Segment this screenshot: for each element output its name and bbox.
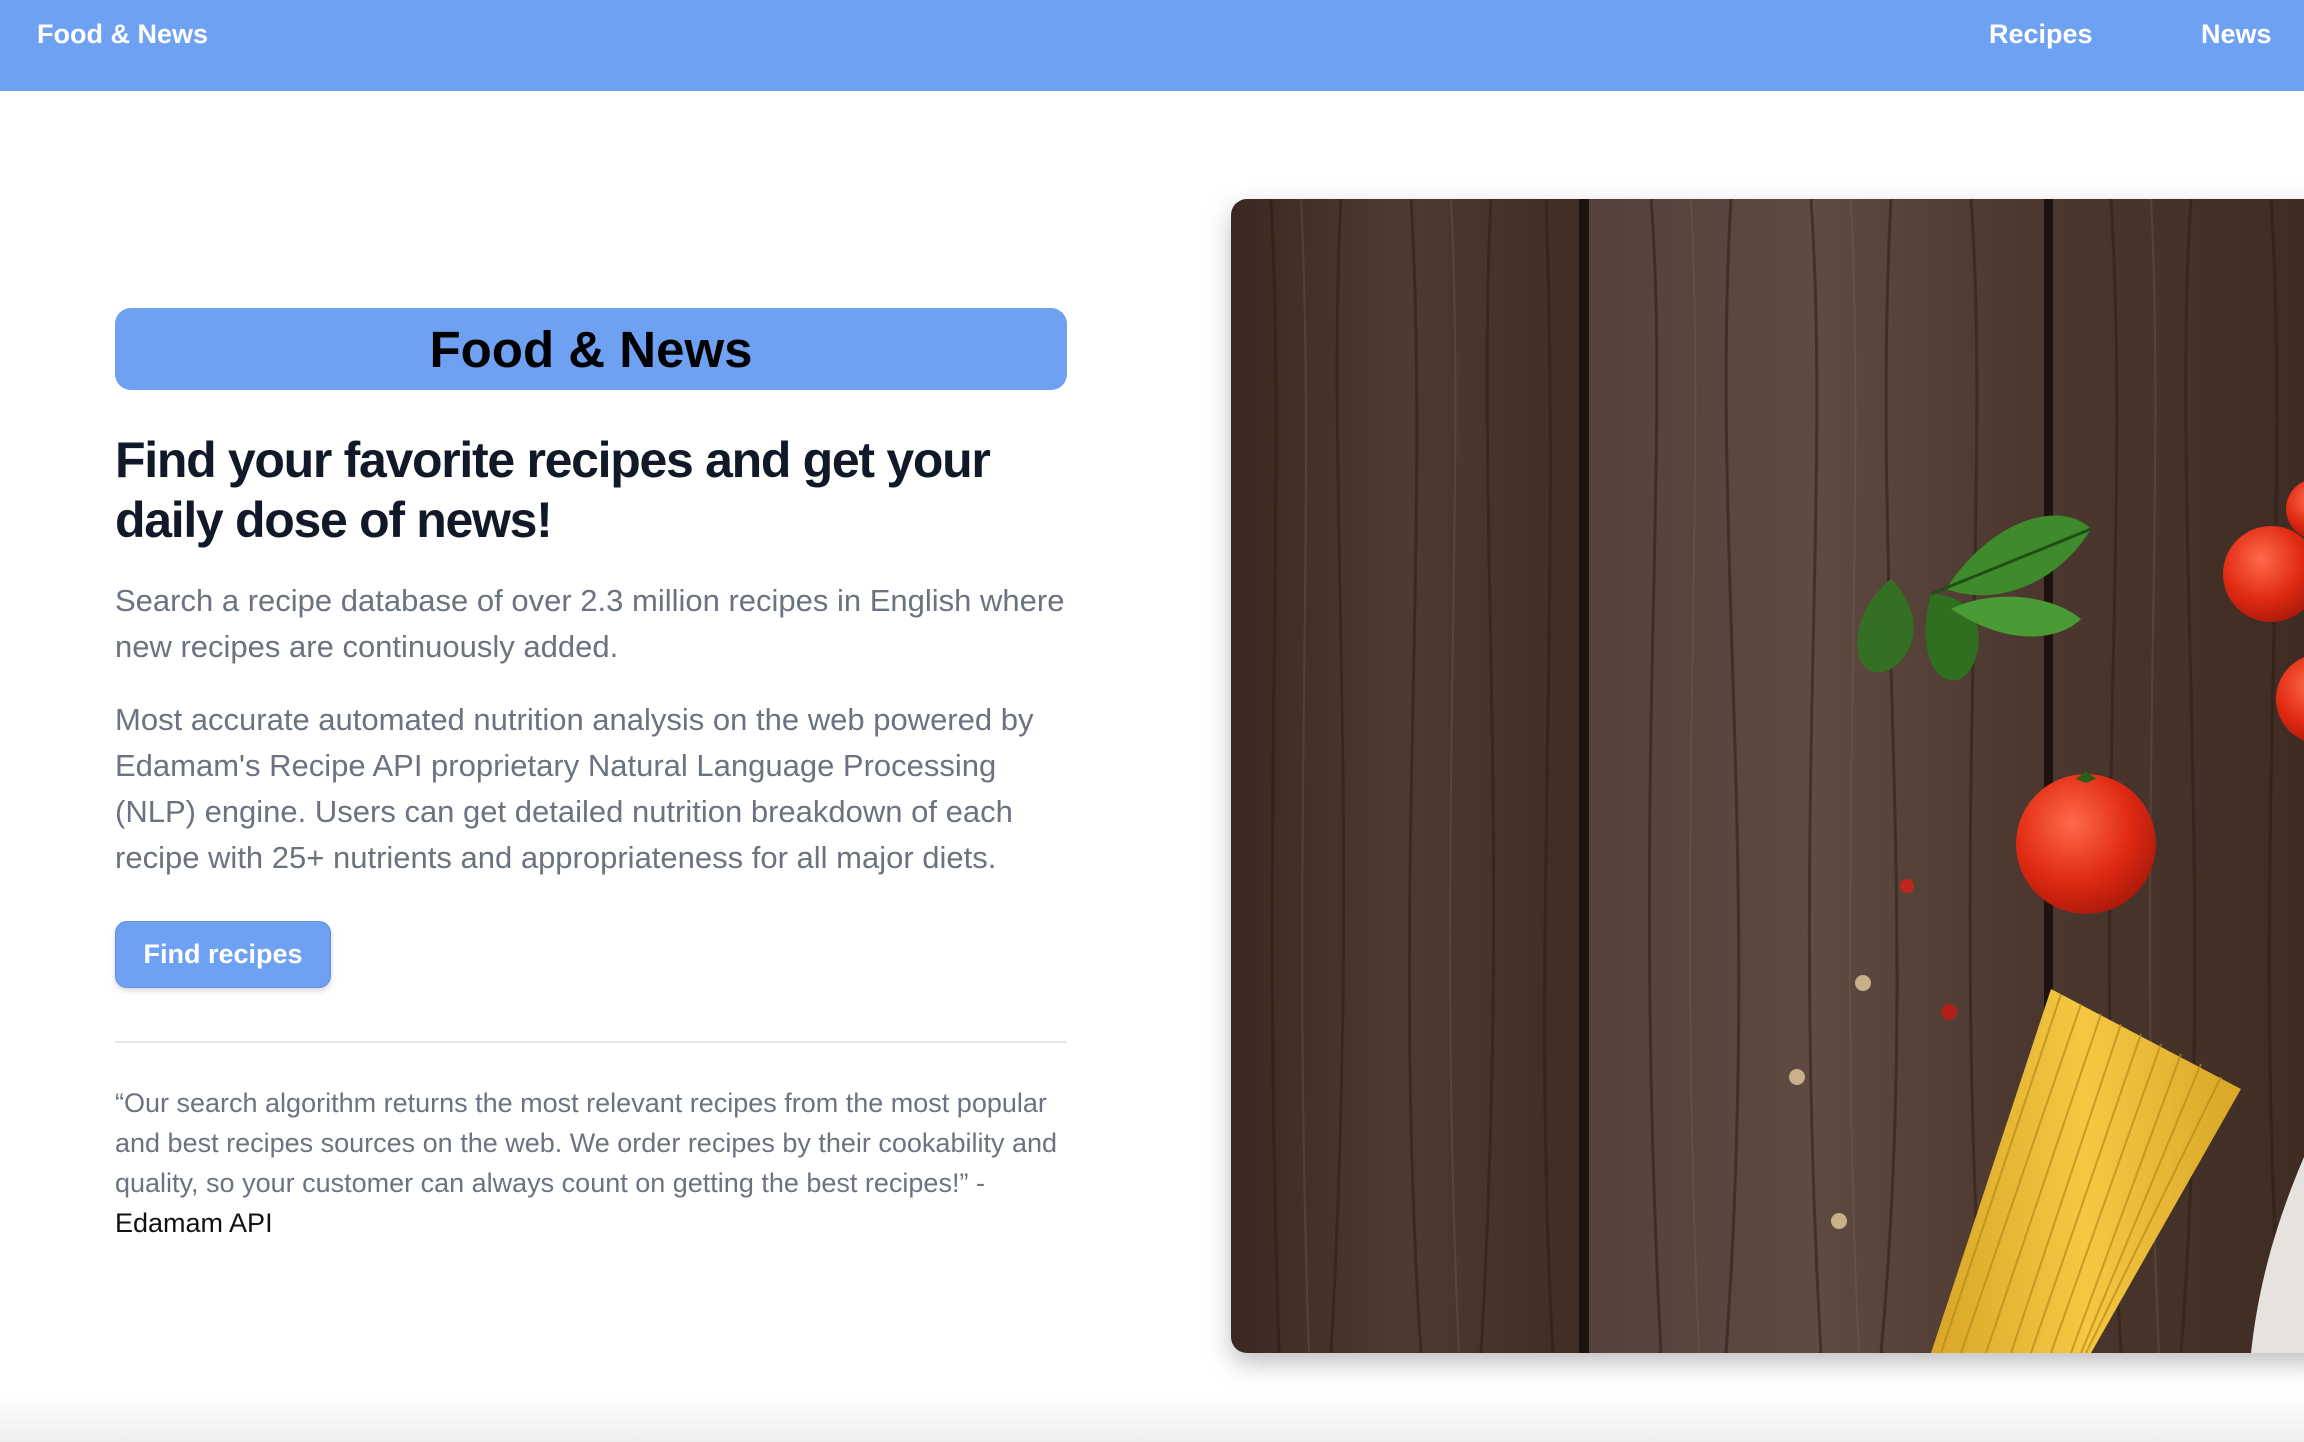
hero-food-image xyxy=(1231,199,2304,1353)
quote-text: “Our search algorithm returns the most r… xyxy=(115,1088,1058,1198)
section-divider xyxy=(115,1041,1067,1043)
hero-badge: Food & News xyxy=(115,308,1067,390)
page-bottom-edge xyxy=(0,1395,2304,1442)
hero-headline: Find your favorite recipes and get your … xyxy=(115,432,991,548)
hero-paragraph-nutrition: Most accurate automated nutrition analys… xyxy=(115,702,1034,875)
top-navbar: Food & News Recipes News xyxy=(0,0,2304,91)
hero-badge-title: Food & News xyxy=(429,320,753,378)
find-recipes-button[interactable]: Find recipes xyxy=(115,921,331,988)
testimonial-quote: “Our search algorithm returns the most r… xyxy=(115,1083,1075,1243)
nav-link-news[interactable]: News xyxy=(2201,19,2272,50)
hero-paragraph-database: Search a recipe database of over 2.3 mil… xyxy=(115,583,1065,664)
nav-link-recipes[interactable]: Recipes xyxy=(1989,19,2093,50)
wooden-table-food-photo-icon xyxy=(1231,199,2304,1353)
quote-source: Edamam API xyxy=(115,1208,273,1238)
brand-link[interactable]: Food & News xyxy=(37,19,208,50)
